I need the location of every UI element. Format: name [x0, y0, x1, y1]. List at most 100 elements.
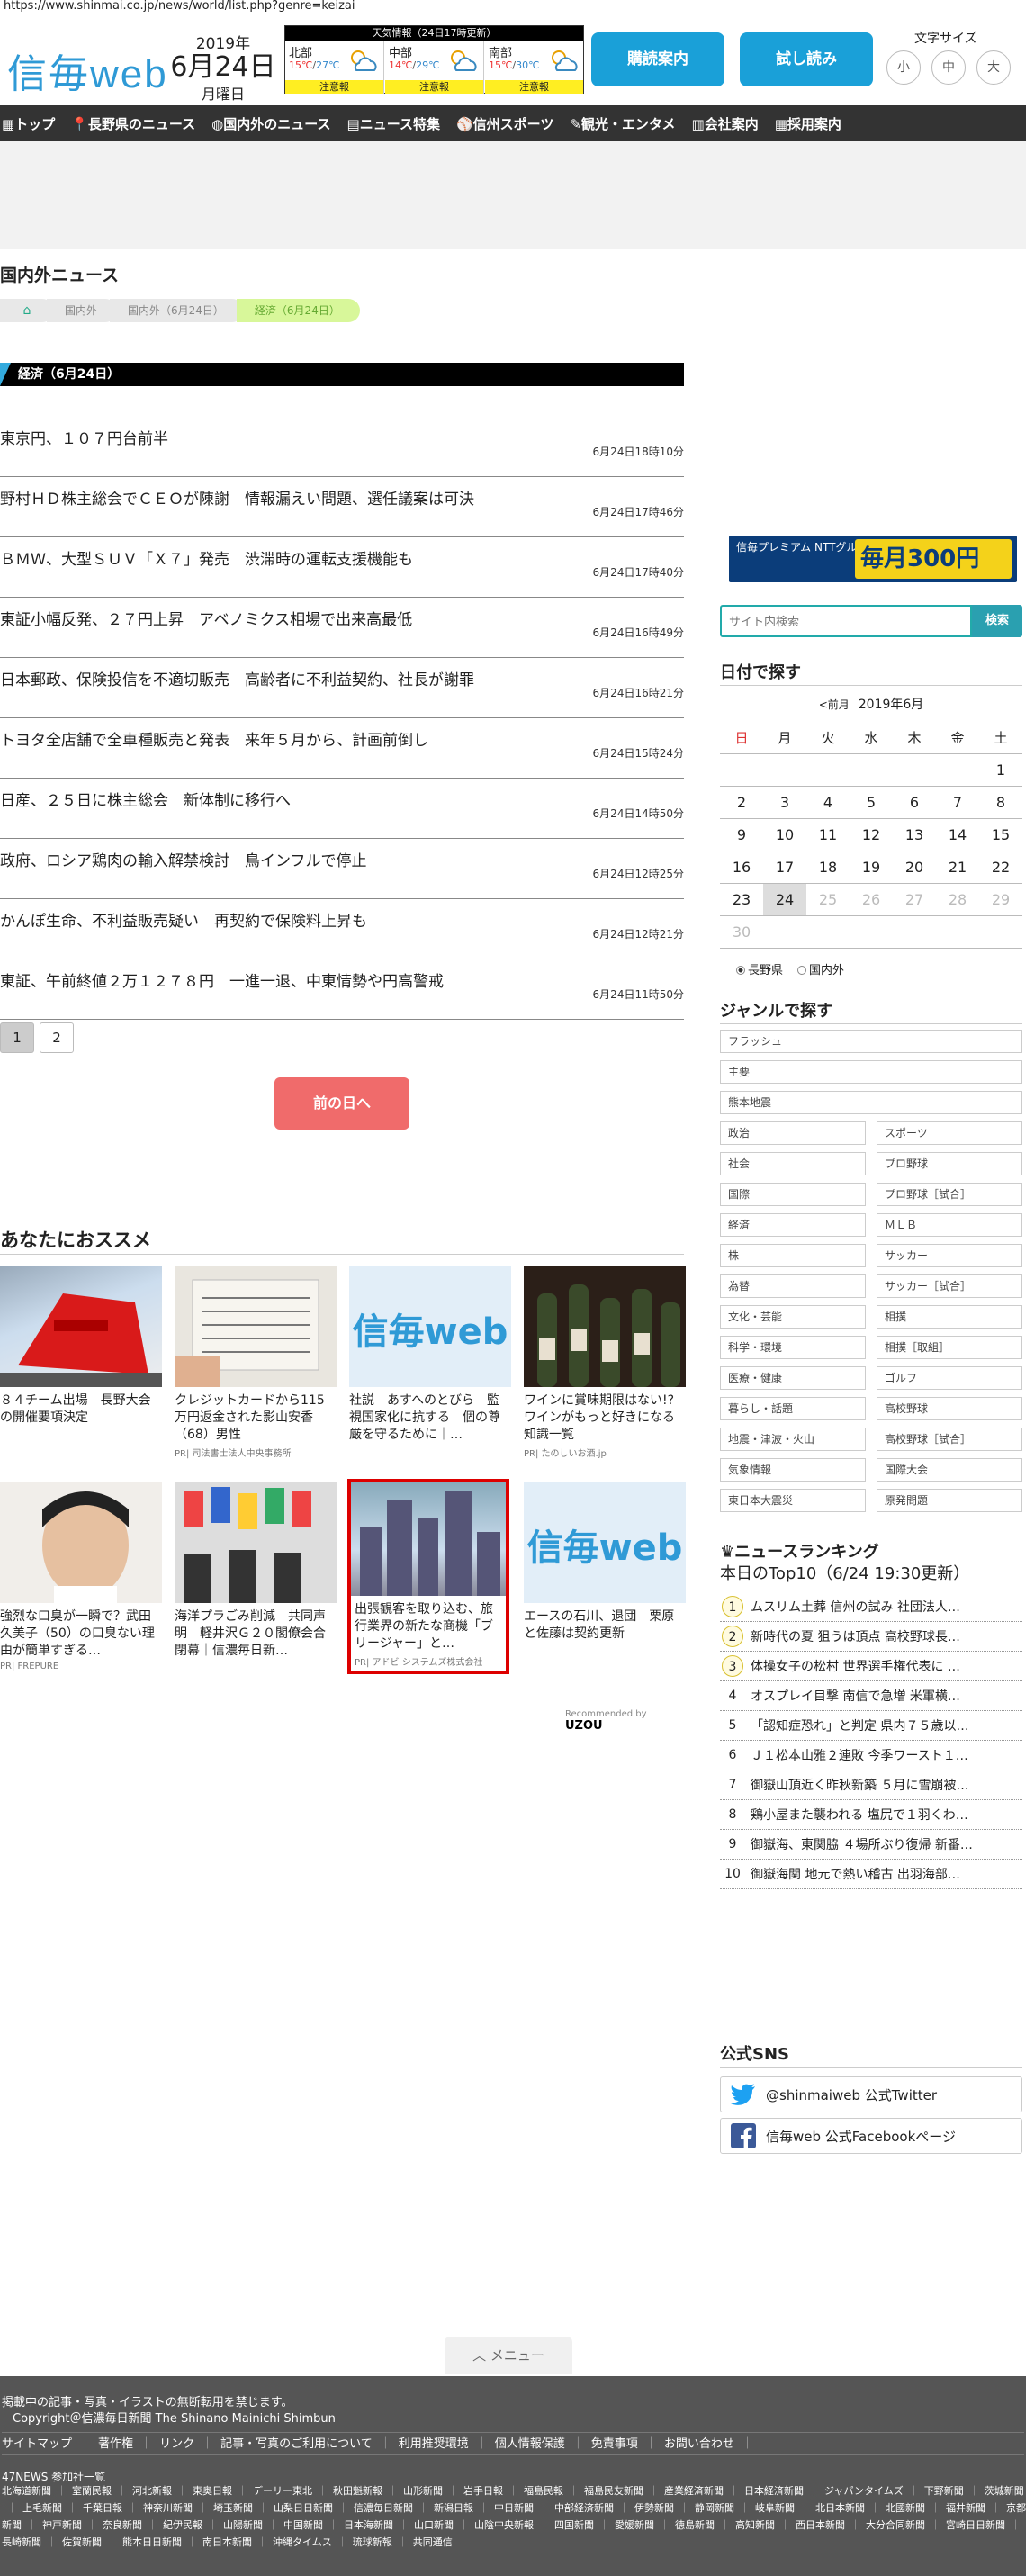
- ranking-item[interactable]: 4 オスプレイ目撃 南信で急増 米軍横…: [720, 1681, 1022, 1711]
- nav-world[interactable]: ◍国内外のニュース: [212, 114, 330, 133]
- partner-paper-link[interactable]: 愛媛新聞: [615, 2519, 670, 2531]
- region-world-radio[interactable]: 国内外: [797, 960, 844, 977]
- partner-paper-link[interactable]: 埼玉新聞: [213, 2502, 268, 2514]
- genre-item[interactable]: サッカー［試合］: [877, 1274, 1022, 1298]
- calendar-day[interactable]: 21: [936, 851, 979, 883]
- genre-item[interactable]: 原発問題: [877, 1489, 1022, 1512]
- partner-paper-link[interactable]: 中部経済新聞: [554, 2502, 629, 2514]
- calendar-day[interactable]: 15: [979, 819, 1022, 851]
- partner-paper-link[interactable]: 北國新聞: [886, 2502, 940, 2514]
- partner-paper-link[interactable]: 徳島新聞: [675, 2519, 730, 2531]
- ranking-item[interactable]: 8 鶏小屋また襲われる 塩尻で１羽くわ…: [720, 1800, 1022, 1830]
- calendar-day[interactable]: 11: [806, 819, 850, 851]
- recommend-item[interactable]: ８４チーム出場 長野大会の開催要項決定: [0, 1266, 162, 1444]
- premium-banner[interactable]: 信毎プレミアム NTTグループカードでお支払いすると 毎月300円: [729, 536, 1017, 582]
- site-logo[interactable]: 信毎web: [7, 41, 168, 99]
- ranking-item[interactable]: 5 「認知症恐れ」と判定 県内７５歳以…: [720, 1711, 1022, 1741]
- trial-button[interactable]: 試し読み: [740, 32, 873, 86]
- genre-item[interactable]: 株: [720, 1244, 866, 1267]
- footer-link[interactable]: 免責事項: [591, 2437, 657, 2451]
- recommend-item[interactable]: 信毎web 社説 あすへのとびら 監視国家化に抗する 個の尊厳を守るために｜…: [349, 1266, 511, 1444]
- partner-paper-link[interactable]: 信濃毎日新聞: [354, 2502, 428, 2514]
- genre-item[interactable]: 為替: [720, 1274, 866, 1298]
- article-item[interactable]: かんぽ生命、不利益販売疑い 再契約で保険料上昇も 6月24日12時21分: [0, 899, 684, 959]
- partner-paper-link[interactable]: 熊本日日新聞: [122, 2536, 197, 2548]
- recommend-item-featured[interactable]: 出張観客を取り込む、旅行業界の新たな商機「ブリージャー」と… PR| アドビ シ…: [347, 1479, 509, 1674]
- calendar-day[interactable]: 9: [720, 819, 763, 851]
- partner-paper-link[interactable]: 沖縄タイムス: [273, 2536, 347, 2548]
- genre-item[interactable]: 高校野球: [877, 1397, 1022, 1420]
- partner-paper-link[interactable]: 中日新聞: [494, 2502, 549, 2514]
- calendar-day[interactable]: 18: [806, 851, 850, 883]
- partner-paper-link[interactable]: 北日本新聞: [815, 2502, 880, 2514]
- search-input[interactable]: [720, 605, 972, 637]
- footer-link[interactable]: 著作権: [98, 2437, 152, 2451]
- partner-paper-link[interactable]: 河北新報: [132, 2485, 187, 2497]
- partner-paper-link[interactable]: デーリー東北: [253, 2485, 328, 2497]
- partner-paper-link[interactable]: 山口新聞: [414, 2519, 469, 2531]
- genre-item[interactable]: ゴルフ: [877, 1366, 1022, 1390]
- partner-paper-link[interactable]: 中国新聞: [284, 2519, 338, 2531]
- partner-paper-link[interactable]: 山陰中央新報: [474, 2519, 549, 2531]
- partner-paper-link[interactable]: 西日本新聞: [796, 2519, 860, 2531]
- partner-paper-link[interactable]: 佐賀新聞: [62, 2536, 117, 2548]
- calendar-day[interactable]: 17: [763, 851, 806, 883]
- nav-nagano[interactable]: 📍長野県のニュース: [71, 114, 195, 133]
- fontsize-medium-button[interactable]: 中: [932, 50, 966, 85]
- menu-button[interactable]: ︿ メニュー: [445, 2337, 572, 2374]
- genre-item[interactable]: 文化・芸能: [720, 1305, 866, 1329]
- partner-paper-link[interactable]: 東奥日報: [193, 2485, 248, 2497]
- partner-paper-link[interactable]: 四国新聞: [554, 2519, 609, 2531]
- genre-item[interactable]: ＭＬＢ: [877, 1213, 1022, 1237]
- partner-paper-link[interactable]: ジャパンタイムズ: [824, 2485, 919, 2497]
- footer-link[interactable]: 記事・写真のご利用について: [220, 2437, 392, 2451]
- calendar-day[interactable]: 22: [979, 851, 1022, 883]
- recommend-item[interactable]: ワインに賞味期限はない!?ワインがもっと好きになる知識一覧 PR| たのしいお酒…: [524, 1266, 686, 1459]
- breadcrumb-item[interactable]: 国内外（6月24日）: [110, 299, 244, 322]
- partner-paper-link[interactable]: 紀伊民報: [163, 2519, 218, 2531]
- calendar-day[interactable]: 10: [763, 819, 806, 851]
- footer-link[interactable]: 個人情報保護: [495, 2437, 584, 2451]
- calendar-day[interactable]: 8: [979, 787, 1022, 818]
- partner-paper-link[interactable]: 日本経済新聞: [744, 2485, 819, 2497]
- genre-item[interactable]: フラッシュ: [720, 1030, 1022, 1053]
- partner-paper-link[interactable]: 山陽新聞: [223, 2519, 278, 2531]
- recommend-item[interactable]: 強烈な口臭が一瞬で？武田久美子（50）の口臭ない理由が簡単すぎる… PR| FR…: [0, 1482, 162, 1671]
- partner-paper-link[interactable]: 室蘭民報: [72, 2485, 127, 2497]
- footer-link[interactable]: リンク: [159, 2437, 213, 2451]
- article-item[interactable]: 日産、２５日に株主総会 新体制に移行へ 6月24日14時50分: [0, 779, 684, 839]
- ranking-item[interactable]: 10 御嶽海関 地元で熱い稽古 出羽海部…: [720, 1860, 1022, 1889]
- genre-item[interactable]: プロ野球: [877, 1152, 1022, 1175]
- genre-item[interactable]: 暮らし・話題: [720, 1397, 866, 1420]
- partner-paper-link[interactable]: 琉球新報: [353, 2536, 408, 2548]
- calendar-day[interactable]: 16: [720, 851, 763, 883]
- footer-link[interactable]: サイトマップ: [2, 2437, 91, 2451]
- calendar-day[interactable]: 7: [936, 787, 979, 818]
- genre-item[interactable]: 経済: [720, 1213, 866, 1237]
- recommend-item[interactable]: 信毎web エースの石川、退団 栗原と佐藤は契約更新: [524, 1482, 686, 1660]
- partner-paper-link[interactable]: 下野新聞: [924, 2485, 979, 2497]
- page-2-button[interactable]: 2: [40, 1022, 74, 1053]
- genre-item[interactable]: 高校野球［試合］: [877, 1428, 1022, 1451]
- calendar-day[interactable]: 2: [720, 787, 763, 818]
- footer-link[interactable]: 利用推奨環境: [399, 2437, 488, 2451]
- calendar-day[interactable]: 14: [936, 819, 979, 851]
- page-1-button[interactable]: 1: [0, 1022, 34, 1053]
- partner-paper-link[interactable]: 宮崎日日新聞: [946, 2519, 1021, 2531]
- partner-paper-link[interactable]: 山梨日日新聞: [274, 2502, 348, 2514]
- calendar-day[interactable]: 20: [893, 851, 936, 883]
- calendar-day[interactable]: 23: [720, 884, 763, 915]
- calendar-day[interactable]: 24: [763, 884, 806, 915]
- partner-paper-link[interactable]: 共同通信: [413, 2536, 468, 2548]
- calendar-day[interactable]: 19: [850, 851, 893, 883]
- article-item[interactable]: トヨタ全店舗で全車種販売と発表 来年５月から、計画前倒し 6月24日15時24分: [0, 718, 684, 779]
- region-nagano-radio[interactable]: 長野県: [736, 960, 783, 977]
- genre-item[interactable]: 熊本地震: [720, 1091, 1022, 1114]
- partner-paper-link[interactable]: 福島民報: [524, 2485, 579, 2497]
- article-item[interactable]: 政府、ロシア鶏肉の輸入解禁検討 鳥インフルで停止 6月24日12時25分: [0, 839, 684, 899]
- genre-item[interactable]: 医療・健康: [720, 1366, 866, 1390]
- partner-paper-link[interactable]: 奈良新聞: [103, 2519, 158, 2531]
- genre-item[interactable]: 相撲: [877, 1305, 1022, 1329]
- partner-paper-link[interactable]: 福島民友新聞: [584, 2485, 659, 2497]
- ranking-item[interactable]: 6 Ｊ１松本山雅２連敗 今季ワースト１…: [720, 1741, 1022, 1770]
